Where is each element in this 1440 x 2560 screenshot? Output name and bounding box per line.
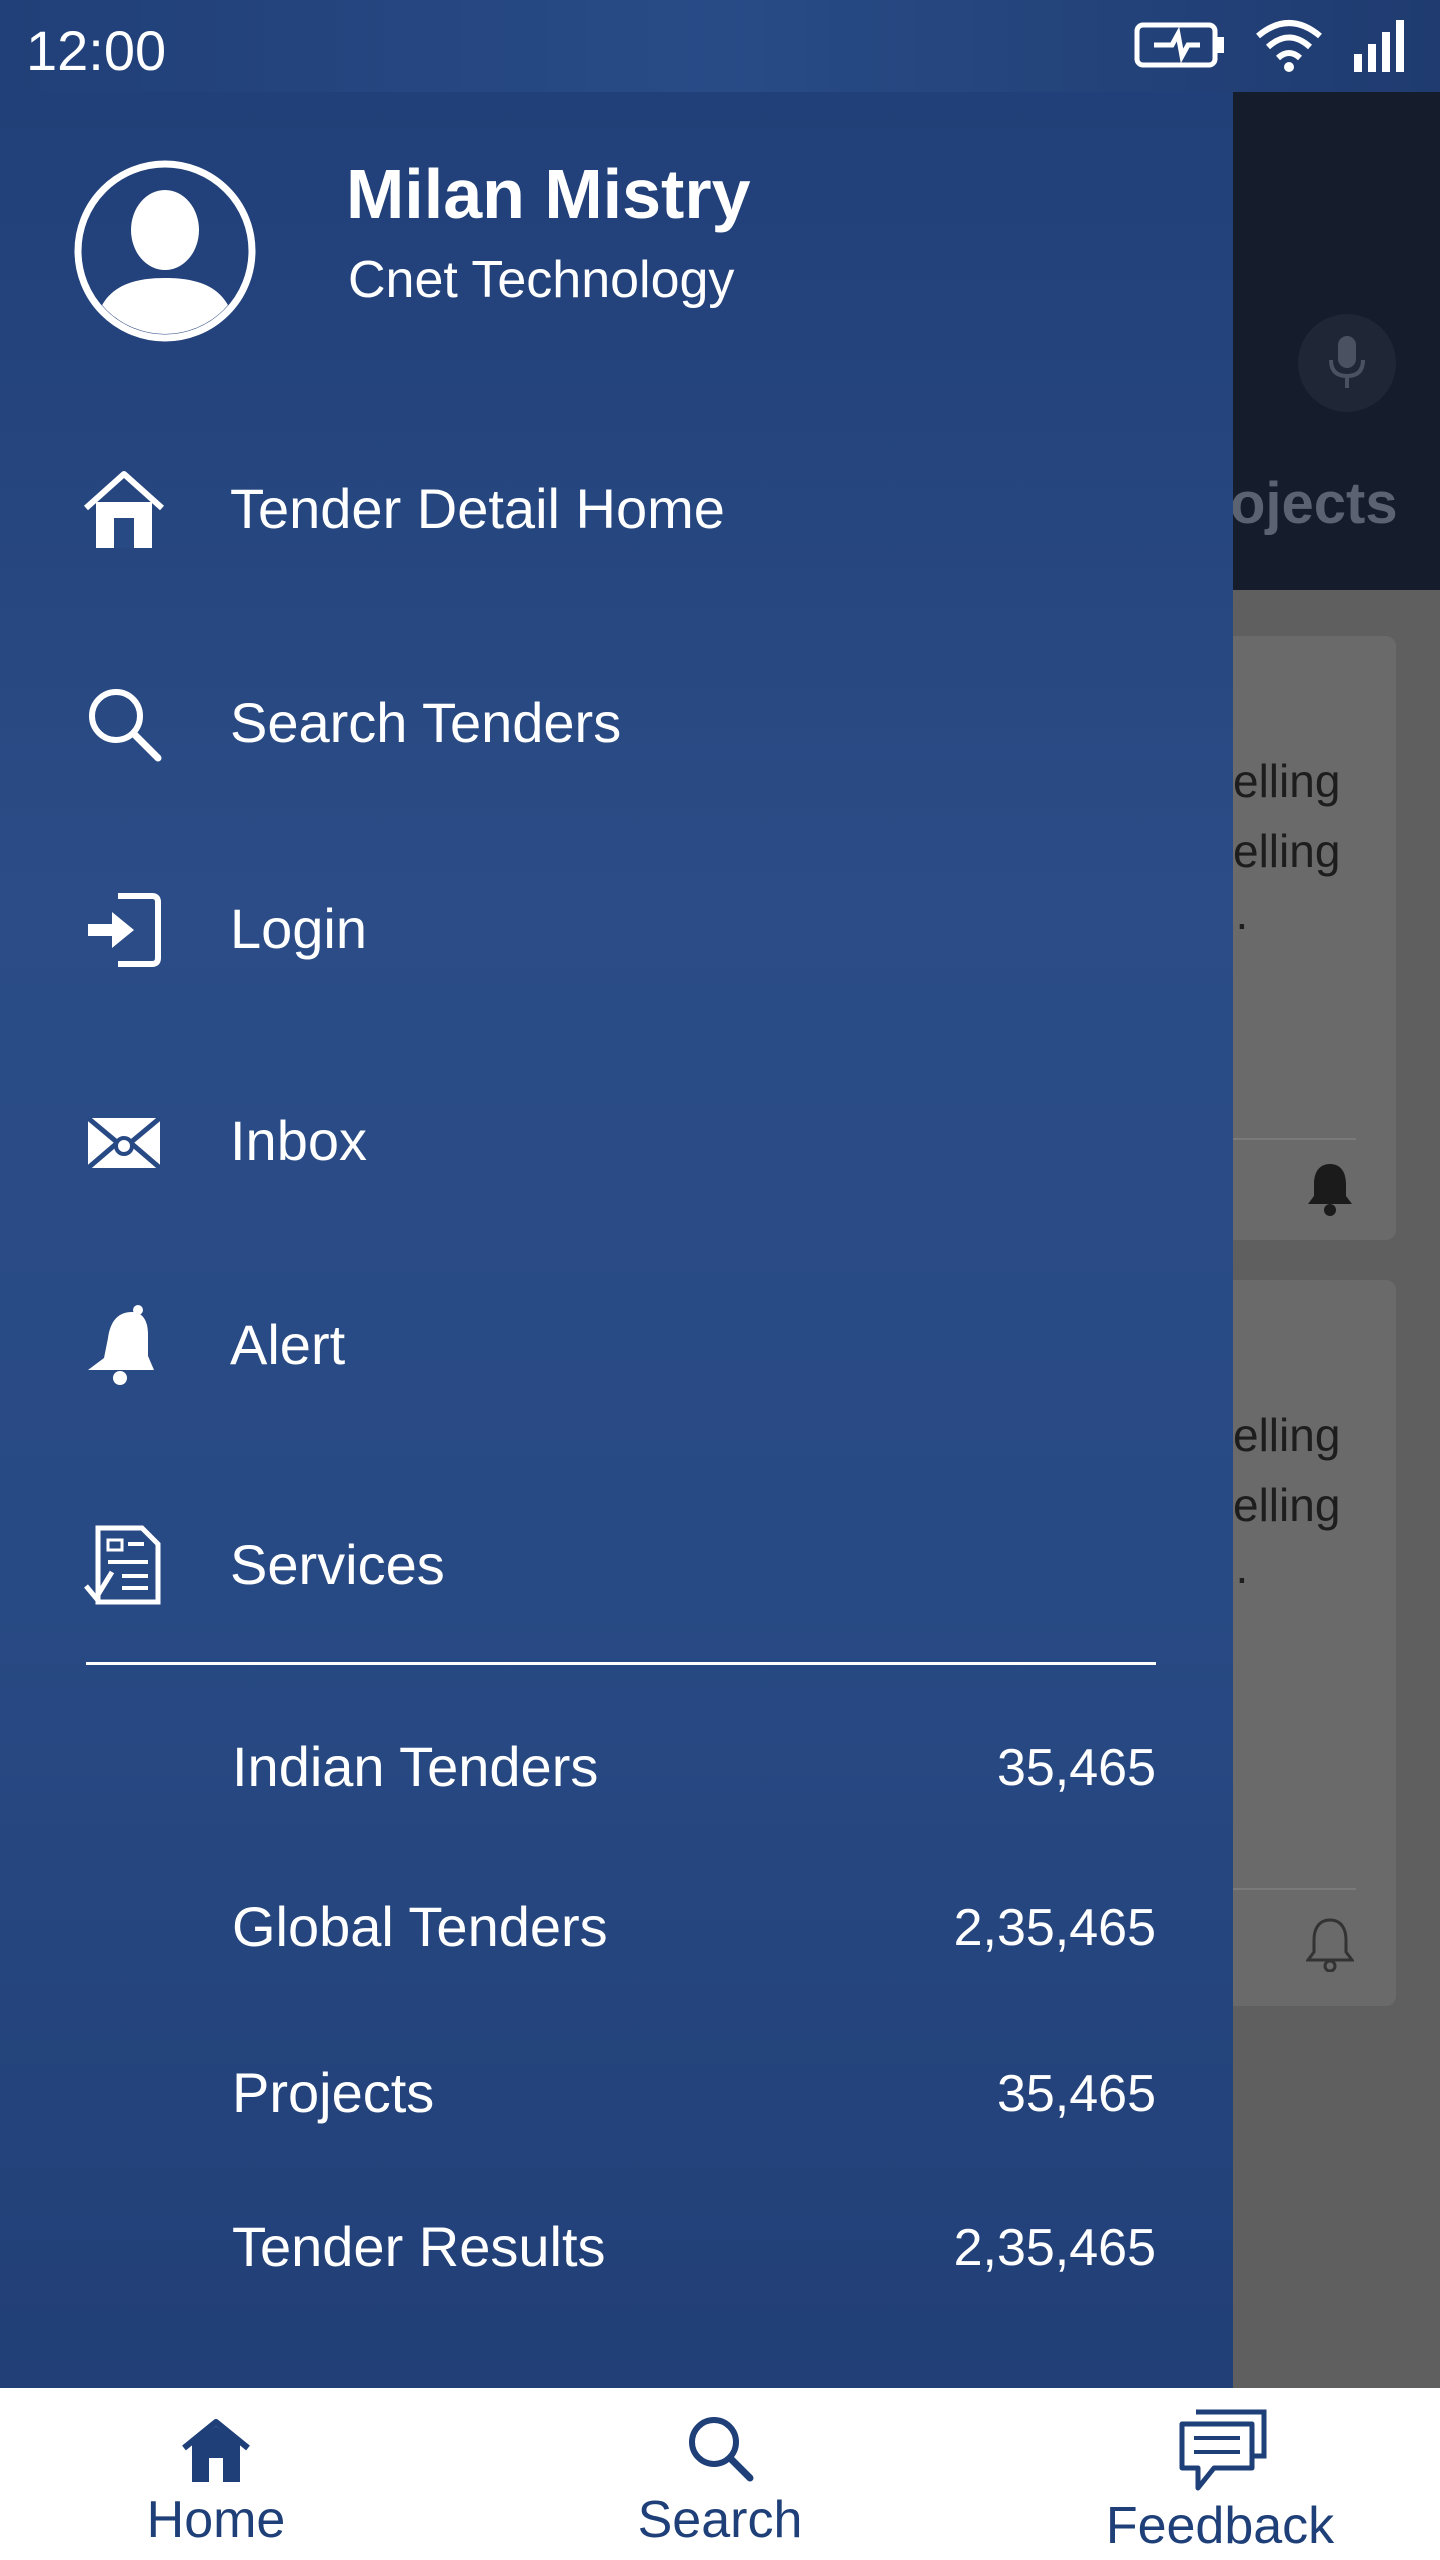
nav-search[interactable]: Search bbox=[604, 2388, 836, 2560]
feedback-icon bbox=[1179, 2409, 1267, 2491]
service-item-label: Indian Tenders bbox=[232, 1735, 599, 1798]
navigation-drawer: Milan Mistry Cnet Technology Tender Deta… bbox=[0, 92, 1233, 2388]
bell-icon bbox=[88, 1305, 154, 1385]
wifi-icon bbox=[1256, 20, 1322, 72]
service-item-label: Tender Results bbox=[232, 2215, 606, 2278]
nav-label: Feedback bbox=[1105, 2497, 1335, 2555]
menu-item-label: Inbox bbox=[230, 1109, 367, 1172]
menu-divider bbox=[86, 1662, 1156, 1665]
nav-label: Home bbox=[146, 2491, 286, 2549]
services-icon bbox=[84, 1525, 161, 1605]
service-item-label: Projects bbox=[232, 2061, 435, 2124]
menu-item-tender-detail-home[interactable]: Tender Detail Home bbox=[0, 448, 1233, 568]
status-time: 12:00 bbox=[26, 19, 167, 82]
home-icon bbox=[83, 471, 165, 548]
nav-label: Search bbox=[637, 2491, 803, 2549]
bell-icon bbox=[1308, 1164, 1352, 1216]
service-item-count: 35,465 bbox=[996, 1739, 1156, 1797]
service-item-count: 2,35,465 bbox=[953, 2219, 1156, 2277]
nav-feedback[interactable]: Feedback bbox=[1090, 2388, 1350, 2560]
service-item-global-tenders[interactable]: Global Tenders 2,35,465 bbox=[0, 1876, 1233, 1976]
menu-item-label: Services bbox=[230, 1533, 445, 1596]
login-icon bbox=[88, 893, 161, 967]
battery-charging-icon bbox=[1134, 22, 1224, 68]
menu-item-login[interactable]: Login bbox=[0, 868, 1233, 988]
service-item-count: 35,465 bbox=[996, 2065, 1156, 2123]
menu-item-label: Tender Detail Home bbox=[230, 477, 725, 540]
menu-item-label: Login bbox=[230, 897, 368, 960]
menu-item-label: Search Tenders bbox=[230, 691, 622, 754]
status-bar: 12:00 bbox=[0, 0, 1440, 92]
user-name: Milan Mistry bbox=[346, 155, 751, 233]
menu-item-search-tenders[interactable]: Search Tenders bbox=[0, 662, 1233, 782]
envelope-icon bbox=[86, 1116, 162, 1170]
bell-outline-icon bbox=[1306, 1918, 1354, 1972]
background-card: velling velling ... bbox=[1210, 1280, 1396, 2006]
user-company: Cnet Technology bbox=[348, 251, 735, 309]
home-icon bbox=[182, 2419, 250, 2482]
menu-item-services[interactable]: Services bbox=[0, 1504, 1233, 1624]
service-item-count: 2,35,465 bbox=[953, 1899, 1156, 1957]
service-item-projects[interactable]: Projects 35,465 bbox=[0, 2042, 1233, 2142]
service-item-indian-tenders[interactable]: Indian Tenders 35,465 bbox=[0, 1716, 1233, 1816]
status-icons bbox=[1134, 18, 1408, 72]
background-card: velling velling ... bbox=[1210, 636, 1396, 1240]
background-tab-projects: ojects bbox=[1230, 471, 1398, 536]
search-icon bbox=[89, 689, 162, 762]
nav-home[interactable]: Home bbox=[100, 2388, 332, 2560]
signal-icon bbox=[1354, 20, 1404, 72]
avatar[interactable] bbox=[74, 160, 256, 342]
service-item-label: Global Tenders bbox=[232, 1895, 608, 1958]
mic-icon bbox=[1329, 336, 1365, 388]
bottom-navigation: Home Search Feedback bbox=[0, 2388, 1440, 2560]
background-mic-button bbox=[1298, 314, 1396, 412]
service-item-tender-results[interactable]: Tender Results 2,35,465 bbox=[0, 2196, 1233, 2296]
menu-item-label: Alert bbox=[230, 1313, 346, 1376]
search-icon bbox=[689, 2417, 754, 2482]
menu-item-alert[interactable]: Alert bbox=[0, 1284, 1233, 1404]
menu-item-inbox[interactable]: Inbox bbox=[0, 1080, 1233, 1200]
